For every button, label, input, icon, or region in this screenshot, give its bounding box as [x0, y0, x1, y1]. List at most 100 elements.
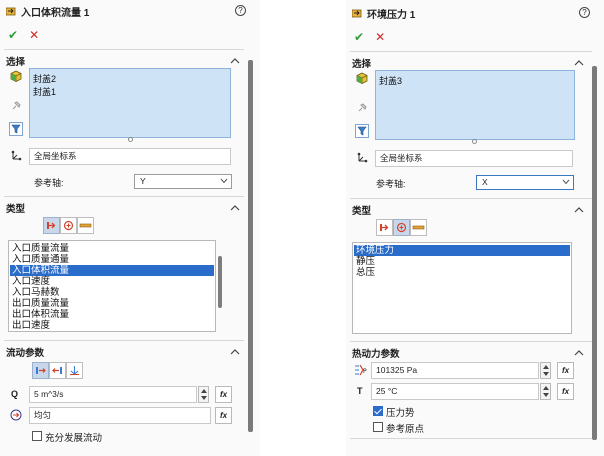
pressure-opening-button[interactable]	[60, 217, 77, 234]
chevron-down-icon	[220, 178, 228, 184]
right-property-panel: 环境压力 1 ? ✔ ✕ 选择 封盖3 全局坐标系 参考轴: X 类型 环境压力…	[346, 0, 604, 456]
divider	[350, 51, 592, 52]
selection-section-header[interactable]: 选择	[6, 54, 25, 68]
flow-opening-button[interactable]	[376, 219, 393, 236]
function-button[interactable]: fx	[557, 383, 574, 400]
list-item-selected[interactable]: 环境压力	[354, 245, 570, 256]
left-property-panel: 入口体积流量 1 ? ✔ ✕ 选择 封盖2 封盖1 全局坐标系 参考轴: Y 类…	[0, 0, 260, 456]
panel-title: 环境压力 1	[367, 10, 416, 21]
list-item[interactable]: 入口马赫数	[10, 287, 214, 298]
wall-button[interactable]	[410, 219, 427, 236]
axis-flow-icon	[70, 366, 79, 375]
list-item[interactable]: 出口体积流量	[10, 309, 214, 320]
chevron-up-icon[interactable]	[230, 57, 240, 65]
flow-opening-icon	[47, 222, 56, 229]
ok-button[interactable]: ✔	[354, 30, 364, 44]
filter-button[interactable]	[9, 122, 23, 136]
normal-flow-icon	[36, 367, 46, 374]
selection-list[interactable]: 封盖2 封盖1	[29, 68, 231, 138]
thermodynamic-parameters-header[interactable]: 热动力参数	[352, 346, 400, 360]
function-button[interactable]: fx	[215, 386, 232, 403]
chevron-up-icon[interactable]	[574, 59, 584, 67]
pressure-opening-icon	[63, 220, 74, 231]
swirl-button[interactable]	[66, 362, 83, 379]
list-item[interactable]: 入口质量通量	[10, 254, 214, 265]
divider	[350, 198, 592, 199]
panel-scrollbar[interactable]	[592, 66, 597, 440]
flow-opening-icon	[380, 224, 389, 231]
normal-to-face-button[interactable]	[32, 362, 49, 379]
coordinate-system-field[interactable]: 全局坐标系	[29, 148, 231, 165]
filter-button[interactable]	[355, 124, 369, 138]
pin-icon[interactable]	[11, 100, 22, 111]
function-button[interactable]: fx	[215, 407, 232, 424]
ok-button[interactable]: ✔	[8, 28, 18, 42]
selection-section-header[interactable]: 选择	[352, 56, 371, 70]
chevron-down-icon	[562, 179, 570, 185]
chevron-up-icon[interactable]	[230, 204, 240, 212]
chevron-up-icon[interactable]	[230, 348, 240, 356]
list-item-selected[interactable]: 入口体积流量	[10, 265, 214, 276]
resize-handle[interactable]	[128, 137, 133, 142]
list-item[interactable]: 入口质量流量	[10, 243, 214, 254]
panel-title-bar: 环境压力 1 ?	[346, 6, 604, 21]
temperature-spinner[interactable]	[540, 383, 551, 400]
help-icon[interactable]: ?	[579, 7, 590, 18]
pressure-spinner[interactable]	[540, 362, 551, 379]
panel-title: 入口体积流量 1	[21, 8, 90, 19]
cancel-button[interactable]: ✕	[375, 30, 385, 44]
pin-icon[interactable]	[357, 102, 368, 113]
fully-developed-checkbox[interactable]	[32, 431, 42, 441]
function-button[interactable]: fx	[557, 362, 574, 379]
reference-origin-checkbox[interactable]	[373, 422, 383, 432]
list-item[interactable]: 封盖3	[379, 74, 402, 87]
cancel-button[interactable]: ✕	[29, 28, 39, 42]
q-label: Q	[11, 389, 19, 399]
list-scrollbar[interactable]	[218, 256, 222, 308]
face-select-icon	[356, 72, 368, 84]
type-section-header[interactable]: 类型	[352, 203, 371, 217]
svg-text:P: P	[363, 368, 367, 375]
flow-parameters-header[interactable]: 流动参数	[6, 345, 44, 359]
wall-button[interactable]	[77, 217, 94, 234]
chevron-up-icon[interactable]	[574, 349, 584, 357]
divider	[350, 438, 592, 439]
list-item[interactable]: 总压	[354, 267, 570, 278]
coordinate-system-icon	[357, 152, 368, 163]
type-list[interactable]: 入口质量流量 入口质量通量 入口体积流量 入口速度 入口马赫数 出口质量流量 出…	[8, 240, 216, 332]
list-item[interactable]: 出口速度	[10, 320, 214, 331]
pressure-potential-checkbox[interactable]	[373, 406, 383, 416]
list-item[interactable]: 静压	[354, 256, 570, 267]
reference-axis-select[interactable]: X	[476, 175, 574, 190]
chevron-up-icon[interactable]	[574, 206, 584, 214]
wall-icon	[412, 225, 425, 230]
type-list[interactable]: 环境压力 静压 总压	[352, 242, 572, 334]
help-icon[interactable]: ?	[235, 5, 246, 16]
profile-icon	[10, 409, 22, 421]
volume-flow-input[interactable]: 5 m^3/s	[29, 386, 197, 403]
filter-icon	[357, 126, 367, 136]
type-section-header[interactable]: 类型	[6, 201, 25, 215]
pressure-input[interactable]: 101325 Pa	[371, 362, 539, 379]
pressure-icon: P	[355, 364, 367, 376]
direction-vector-button[interactable]	[49, 362, 66, 379]
list-item[interactable]: 出口质量流量	[10, 298, 214, 309]
coordinate-system-field[interactable]: 全局坐标系	[375, 150, 573, 167]
pressure-opening-button[interactable]	[393, 219, 410, 236]
fully-developed-label: 充分发展流动	[45, 433, 103, 444]
flow-opening-button[interactable]	[43, 217, 60, 234]
list-item[interactable]: 入口速度	[10, 276, 214, 287]
pressure-potential-label: 压力势	[386, 408, 415, 419]
reference-axis-label: 参考轴:	[376, 179, 406, 189]
list-item[interactable]: 封盖1	[33, 85, 56, 98]
selection-list[interactable]: 封盖3	[375, 70, 575, 140]
reference-axis-select[interactable]: Y	[134, 174, 232, 189]
volume-flow-spinner[interactable]	[198, 386, 209, 403]
profile-field[interactable]: 均匀	[29, 407, 211, 424]
temperature-input[interactable]: 25 °C	[371, 383, 539, 400]
resize-handle[interactable]	[472, 139, 477, 144]
panel-scrollbar[interactable]	[248, 60, 253, 432]
list-item[interactable]: 封盖2	[33, 72, 56, 85]
filter-icon	[11, 124, 21, 134]
divider	[350, 341, 592, 342]
